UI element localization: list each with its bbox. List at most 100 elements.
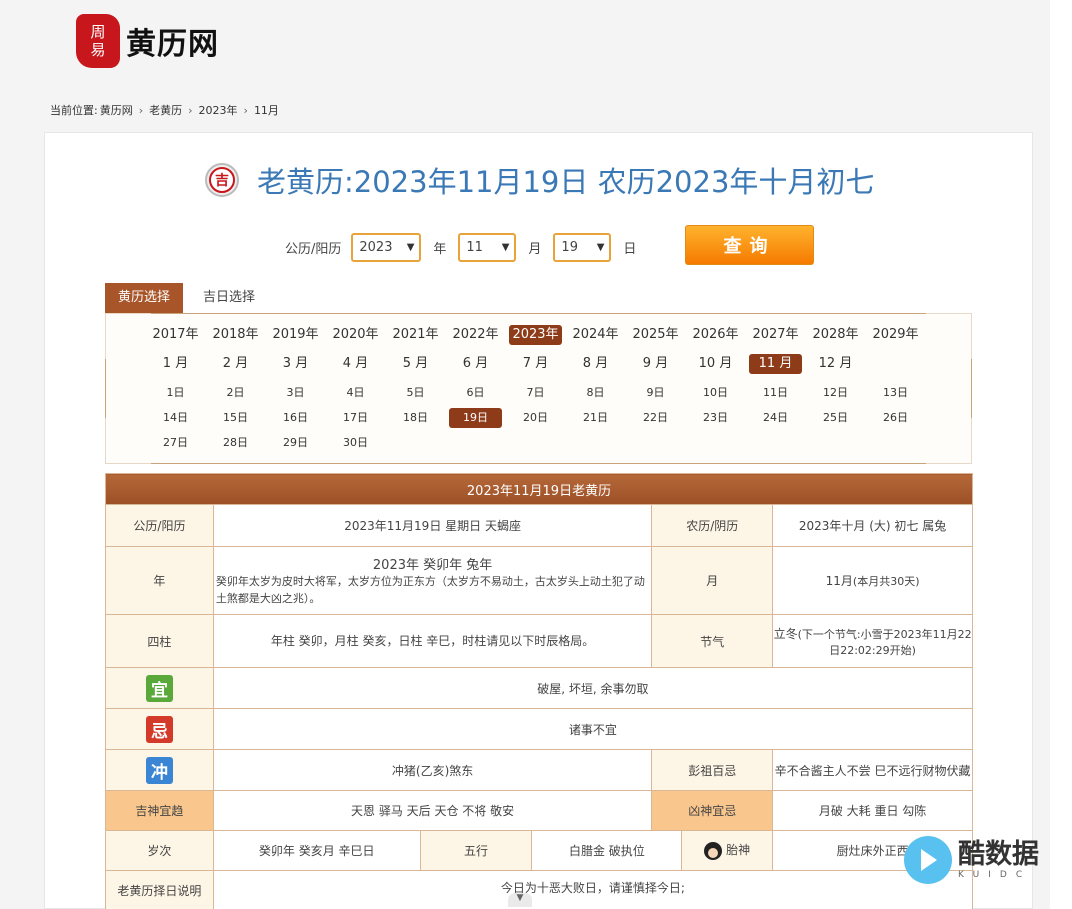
day-option[interactable]: 7日: [509, 383, 562, 403]
year-description: 癸卯年太岁为皮时大将军，太岁方位为正东方（太岁方不易动土，古太岁头上动土犯了动土…: [215, 575, 645, 605]
taishen-icon: [704, 841, 723, 860]
xiongshen-label: 凶神宜忌: [651, 790, 774, 831]
xiongshen-value: 月破 大耗 重日 勾陈: [772, 790, 973, 831]
day-row: 27日 28日 29日 30日: [106, 433, 973, 453]
month-option[interactable]: 7 月: [509, 354, 562, 374]
chevron-right-icon: ›: [138, 103, 144, 117]
day-option[interactable]: 17日: [329, 408, 382, 428]
day-option[interactable]: 14日: [149, 408, 202, 428]
month-option[interactable]: 10 月: [689, 354, 742, 374]
year-title: 2023年 癸卯年 兔年: [372, 558, 493, 573]
month-option[interactable]: 12 月: [809, 354, 862, 374]
year-option[interactable]: 2019年: [269, 325, 322, 345]
query-button[interactable]: 查询: [685, 225, 814, 265]
year-option[interactable]: 2025年: [629, 325, 682, 345]
year-option[interactable]: 2029年: [869, 325, 922, 345]
breadcrumb-item-year[interactable]: 2023年: [199, 102, 238, 118]
solar-term-label: 节气: [651, 614, 774, 668]
watermark-logo: 酷数据 KUIDC: [904, 836, 1039, 884]
month-option[interactable]: 4 月: [329, 354, 382, 374]
day-option[interactable]: 26日: [869, 408, 922, 428]
logo-text: 黄历网: [126, 27, 219, 62]
year-select-value: 2023: [359, 240, 393, 255]
day-row: 1日 2日 3日 4日 5日 6日 7日 8日 9日 10日 11日 12日 13日: [106, 383, 973, 403]
month-select[interactable]: 11 ▼: [458, 233, 517, 262]
day-option[interactable]: 10日: [689, 383, 742, 403]
month-option[interactable]: 9 月: [629, 354, 682, 374]
day-option[interactable]: 11日: [749, 383, 802, 403]
year-option[interactable]: 2020年: [329, 325, 382, 345]
year-option[interactable]: 2017年: [149, 325, 202, 345]
month-option[interactable]: 1 月: [149, 354, 202, 374]
day-option[interactable]: 28日: [209, 433, 262, 453]
year-row: 2017年 2018年 2019年 2020年 2021年 2022年 2023年 2024年…: [106, 325, 973, 345]
day-option[interactable]: 9日: [629, 383, 682, 403]
day-option[interactable]: 2日: [209, 383, 262, 403]
calendar-type-label: 公历/阳历: [285, 242, 342, 257]
year-option[interactable]: 2023年: [509, 325, 562, 345]
pillars-label: 四柱: [105, 614, 214, 668]
day-option[interactable]: 21日: [569, 408, 622, 428]
suici-value: 癸卯年 癸亥月 辛巳日: [212, 830, 421, 871]
day-unit: 日: [623, 242, 637, 257]
year-option[interactable]: 2024年: [569, 325, 622, 345]
month-unit: 月: [528, 242, 542, 257]
day-option[interactable]: 4日: [329, 383, 382, 403]
breadcrumb-item-home[interactable]: 黄历网: [100, 102, 133, 118]
ji-badge: 忌: [145, 715, 173, 743]
month-label: 月: [651, 546, 774, 615]
day-option[interactable]: 3日: [269, 383, 322, 403]
day-select-value: 19: [561, 240, 578, 255]
pillars-value: 年柱 癸卯，月柱 癸亥，日柱 辛巳，时柱请见以下时辰格局。: [212, 614, 653, 668]
day-option[interactable]: 23日: [689, 408, 742, 428]
scroll-down-icon[interactable]: ▼: [508, 893, 532, 907]
day-option[interactable]: 12日: [809, 383, 862, 403]
month-option[interactable]: 11 月: [749, 354, 802, 374]
yi-label-cell: 宜: [105, 667, 214, 709]
month-option[interactable]: 8 月: [569, 354, 622, 374]
tab-lucky-day-select[interactable]: 吉日选择: [183, 283, 275, 313]
year-option[interactable]: 2021年: [389, 325, 442, 345]
month-option[interactable]: 2 月: [209, 354, 262, 374]
day-option[interactable]: 5日: [389, 383, 442, 403]
day-option[interactable]: 13日: [869, 383, 922, 403]
chevron-down-icon: ▼: [501, 242, 510, 253]
almanac-table: 2023年11月19日老黄历 公历/阳历 2023年11月19日 星期日 天蝎座…: [105, 473, 974, 909]
date-picker: 2017年 2018年 2019年 2020年 2021年 2022年 2023年 2024年…: [105, 313, 972, 464]
day-option[interactable]: 6日: [449, 383, 502, 403]
year-option[interactable]: 2028年: [809, 325, 862, 345]
day-option[interactable]: 19日: [449, 408, 502, 428]
solar-term-note: (下一个节气:小雪于2023年11月22日22:02:29开始): [797, 627, 972, 657]
day-option[interactable]: 1日: [149, 383, 202, 403]
day-option[interactable]: 30日: [329, 433, 382, 453]
day-option[interactable]: 25日: [809, 408, 862, 428]
tab-almanac-select[interactable]: 黄历选择: [105, 283, 184, 313]
day-select[interactable]: 19 ▼: [553, 233, 612, 262]
day-option[interactable]: 16日: [269, 408, 322, 428]
breadcrumb-item-almanac[interactable]: 老黄历: [149, 102, 182, 118]
month-option[interactable]: 6 月: [449, 354, 502, 374]
month-option[interactable]: 3 月: [269, 354, 322, 374]
year-option[interactable]: 2027年: [749, 325, 802, 345]
page-title: 老黄历:2023年11月19日 农历2023年十月初七: [257, 165, 875, 199]
day-option[interactable]: 15日: [209, 408, 262, 428]
breadcrumb-item-month[interactable]: 11月: [254, 102, 279, 118]
day-option[interactable]: 22日: [629, 408, 682, 428]
month-option[interactable]: 5 月: [389, 354, 442, 374]
day-option[interactable]: 18日: [389, 408, 442, 428]
day-option[interactable]: 29日: [269, 433, 322, 453]
year-option[interactable]: 2022年: [449, 325, 502, 345]
day-option[interactable]: 8日: [569, 383, 622, 403]
site-logo[interactable]: 周 易 黄历网: [76, 14, 219, 68]
pengzu-label: 彭祖百忌: [651, 749, 774, 791]
day-option[interactable]: 27日: [149, 433, 202, 453]
month-select-value: 11: [466, 240, 483, 255]
explain-value: 今日为十恶大败日，请谨慎择今日;: [212, 870, 974, 909]
day-option[interactable]: 20日: [509, 408, 562, 428]
year-option[interactable]: 2018年: [209, 325, 262, 345]
logo-seal: 周 易: [76, 14, 120, 68]
year-select[interactable]: 2023 ▼: [351, 233, 422, 262]
year-option[interactable]: 2026年: [689, 325, 742, 345]
day-option[interactable]: 24日: [749, 408, 802, 428]
watermark-sub: KUIDC: [958, 870, 1032, 880]
